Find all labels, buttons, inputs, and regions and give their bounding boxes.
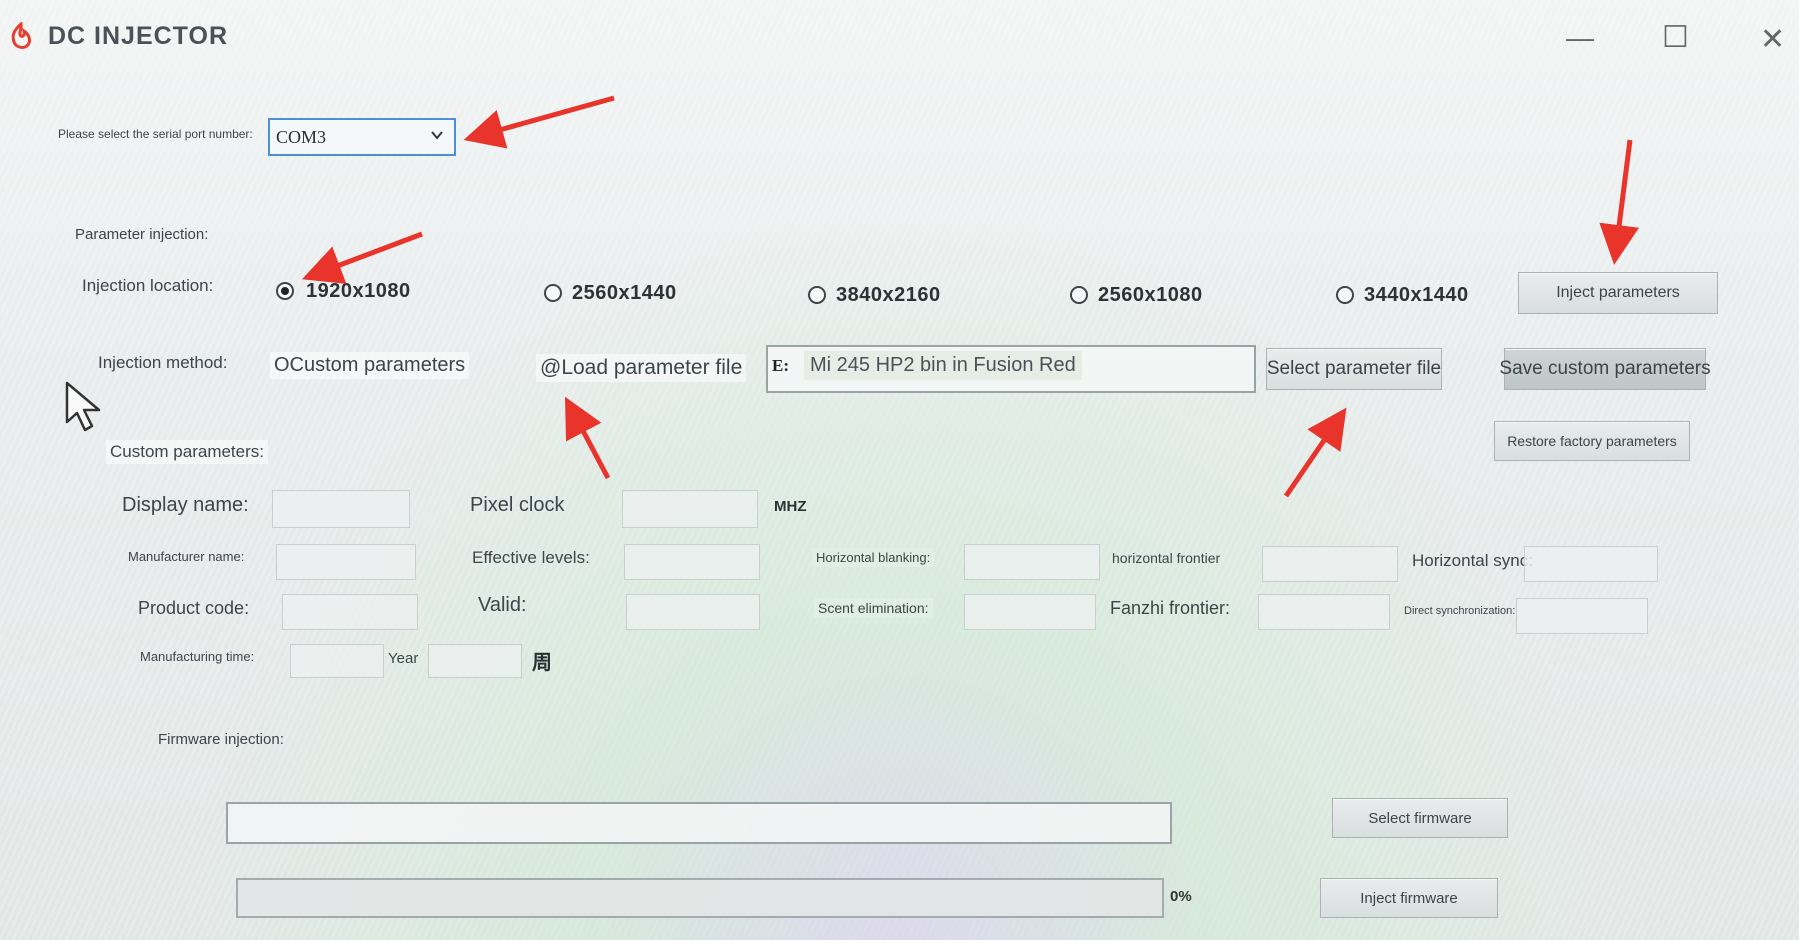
firmware-injection-label: Firmware injection: bbox=[158, 731, 284, 748]
file-drive-prefix: E: bbox=[772, 356, 789, 375]
method-load-file-radio[interactable]: @Load parameter file bbox=[536, 354, 747, 382]
valid-label: Valid: bbox=[478, 594, 527, 616]
fanzhi-frontier-label: Fanzhi frontier: bbox=[1110, 598, 1231, 618]
window-title: DC INJECTOR bbox=[48, 22, 229, 50]
radio-label-2560x1080: 2560x1080 bbox=[1098, 284, 1203, 306]
effective-levels-label: Effective levels: bbox=[472, 548, 590, 567]
scent-elimination-label: Scent elimination: bbox=[814, 598, 933, 618]
maximize-icon[interactable]: ☐ bbox=[1662, 20, 1689, 55]
firmware-progress-bar bbox=[236, 878, 1164, 918]
arrow-to-load-file bbox=[564, 396, 611, 480]
inject-firmware-button[interactable]: Inject firmware bbox=[1320, 878, 1498, 918]
radio-3840x2160[interactable] bbox=[808, 286, 826, 304]
mouse-cursor-icon bbox=[64, 380, 106, 439]
radio-label-3840x2160: 3840x2160 bbox=[836, 284, 941, 306]
display-name-label: Display name: bbox=[122, 494, 249, 516]
arrow-to-serial-select bbox=[463, 95, 615, 149]
week-label: 周 bbox=[532, 652, 552, 674]
method-custom-radio[interactable]: OCustom parameters bbox=[270, 352, 470, 379]
parameter-file-path-value: Mi 245 HP2 bin in Fusion Red bbox=[804, 351, 1082, 380]
manufacturing-time-label: Manufacturing time: bbox=[140, 649, 255, 664]
scent-elimination-input[interactable] bbox=[964, 594, 1096, 630]
valid-input[interactable] bbox=[626, 594, 760, 630]
manufacturer-name-label: Manufacturer name: bbox=[128, 549, 245, 564]
fanzhi-frontier-input[interactable] bbox=[1258, 594, 1390, 630]
radio-label-3440x1440: 3440x1440 bbox=[1364, 284, 1469, 306]
product-code-label: Product code: bbox=[138, 598, 250, 618]
radio-label-1920x1080: 1920x1080 bbox=[306, 280, 411, 302]
minimize-icon[interactable]: — bbox=[1566, 22, 1594, 54]
arrow-to-1920-radio bbox=[301, 231, 423, 284]
save-custom-parameters-button[interactable]: Save custom parameters bbox=[1499, 348, 1711, 390]
radio-3440x1440[interactable] bbox=[1336, 286, 1354, 304]
serial-port-label: Please select the serial port number: bbox=[58, 127, 253, 141]
parameter-injection-label: Parameter injection: bbox=[75, 226, 209, 243]
horizontal-blanking-label: Horizontal blanking: bbox=[812, 548, 935, 567]
effective-levels-input[interactable] bbox=[624, 544, 760, 580]
chevron-down-icon bbox=[430, 128, 444, 147]
firmware-path-field[interactable] bbox=[226, 802, 1172, 844]
manufacturing-year-input[interactable] bbox=[290, 644, 384, 678]
direct-synchronization-label: Direct synchronization: bbox=[1404, 605, 1516, 617]
select-parameter-file-button[interactable]: Select parameter file bbox=[1266, 348, 1442, 390]
horizontal-blanking-input[interactable] bbox=[964, 544, 1100, 580]
injection-location-label: Injection location: bbox=[82, 276, 214, 295]
radio-label-2560x1440: 2560x1440 bbox=[572, 282, 677, 304]
radio-1920x1080[interactable] bbox=[276, 282, 294, 300]
direct-synchronization-input[interactable] bbox=[1516, 598, 1648, 634]
close-icon[interactable]: ✕ bbox=[1760, 22, 1785, 57]
year-label: Year bbox=[388, 650, 419, 667]
pixel-clock-label: Pixel clock bbox=[470, 494, 565, 516]
app-window: DC INJECTOR — ☐ ✕ Please select the seri… bbox=[0, 0, 1799, 940]
radio-2560x1080[interactable] bbox=[1070, 286, 1088, 304]
radio-2560x1440[interactable] bbox=[544, 284, 562, 302]
restore-factory-parameters-button[interactable]: Restore factory parameters bbox=[1494, 421, 1690, 461]
manufacturing-week-input[interactable] bbox=[428, 644, 522, 678]
pixel-clock-input[interactable] bbox=[622, 490, 758, 528]
parameter-file-path-field[interactable]: E: Mi 245 HP2 bin in Fusion Red bbox=[766, 345, 1256, 393]
horizontal-sync-input[interactable] bbox=[1524, 546, 1658, 582]
arrow-to-inject-parameters bbox=[1599, 139, 1639, 265]
product-code-input[interactable] bbox=[282, 594, 418, 630]
display-name-input[interactable] bbox=[272, 490, 410, 528]
arrow-to-select-parameter-file bbox=[1283, 407, 1347, 498]
inject-parameters-button[interactable]: Inject parameters bbox=[1518, 272, 1718, 314]
serial-port-select[interactable]: COM3 bbox=[268, 118, 456, 156]
horizontal-frontier-input[interactable] bbox=[1262, 546, 1398, 582]
serial-port-value: COM3 bbox=[276, 127, 327, 147]
manufacturer-name-input[interactable] bbox=[276, 544, 416, 580]
firmware-progress-text: 0% bbox=[1170, 888, 1192, 905]
select-firmware-button[interactable]: Select firmware bbox=[1332, 798, 1508, 838]
custom-parameters-label: Custom parameters: bbox=[106, 440, 268, 464]
flame-logo-icon bbox=[8, 21, 34, 57]
horizontal-sync-label: Horizontal sync: bbox=[1412, 551, 1533, 570]
mhz-unit-label: MHZ bbox=[774, 498, 807, 515]
horizontal-frontier-label: horizontal frontier bbox=[1112, 550, 1221, 566]
injection-method-label: Injection method: bbox=[98, 353, 228, 372]
